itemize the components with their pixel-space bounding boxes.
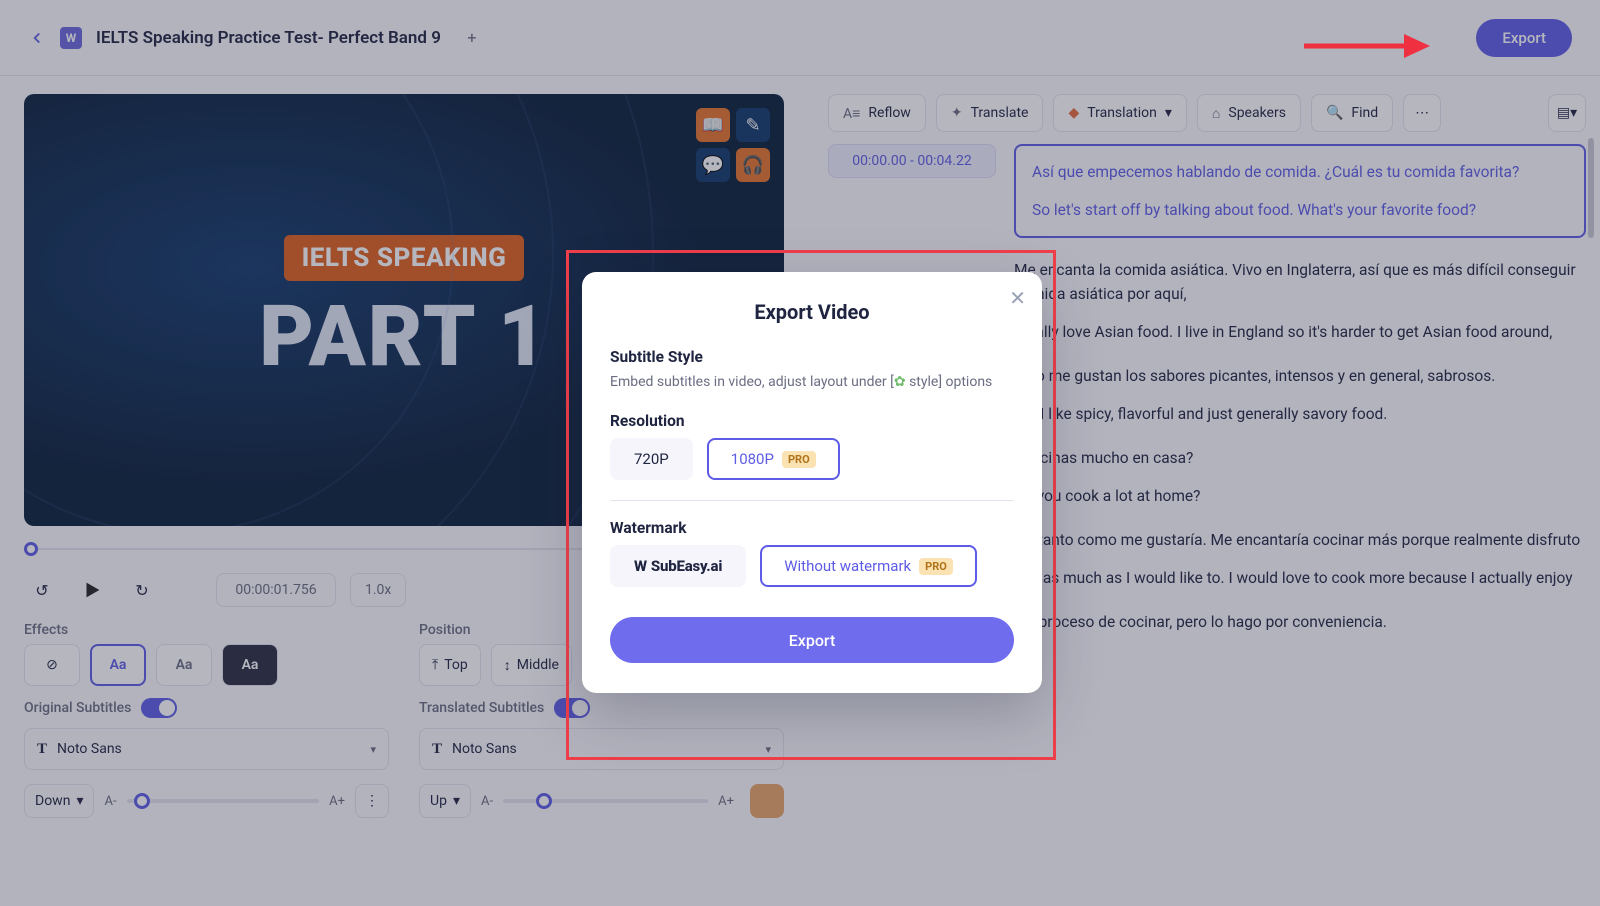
watermark-brand[interactable]: W SubEasy.ai	[610, 545, 746, 587]
pro-badge: PRO	[919, 558, 953, 575]
watermark-none[interactable]: Without watermark PRO	[760, 545, 977, 587]
subtitle-style-heading: Subtitle Style	[610, 348, 1014, 366]
subtitle-style-caption: Embed subtitles in video, adjust layout …	[610, 374, 1014, 390]
resolution-heading: Resolution	[610, 412, 1014, 430]
app: W IELTS Speaking Practice Test- Perfect …	[0, 0, 1600, 906]
export-modal: ✕ Export Video Subtitle Style Embed subt…	[582, 272, 1042, 693]
resolution-1080p[interactable]: 1080P PRO	[707, 438, 840, 480]
pro-badge: PRO	[782, 451, 816, 468]
modal-title: Export Video	[610, 300, 1014, 324]
close-icon[interactable]: ✕	[1009, 286, 1026, 310]
brand-logo: W SubEasy.ai	[634, 557, 722, 575]
resolution-720p[interactable]: 720P	[610, 438, 693, 480]
watermark-heading: Watermark	[610, 519, 1014, 537]
style-icon: ✿	[894, 374, 906, 390]
export-confirm-button[interactable]: Export	[610, 617, 1014, 663]
